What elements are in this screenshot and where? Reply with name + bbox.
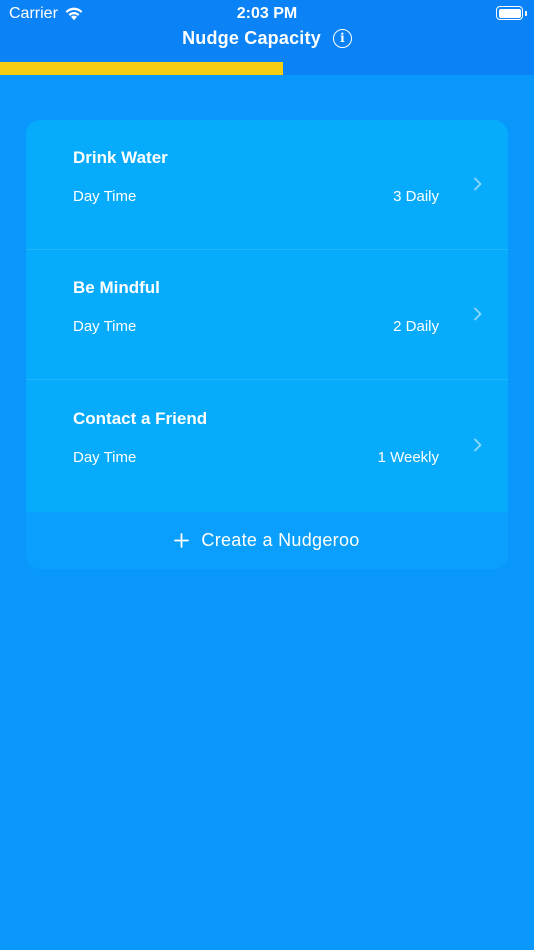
page-title: Nudge Capacity	[182, 27, 321, 48]
nudge-list-card: Drink Water Day Time 3 Daily Be Mindful …	[26, 120, 508, 569]
nudge-title: Contact a Friend	[73, 409, 208, 428]
nudge-time-of-day: Day Time	[73, 449, 137, 466]
clock: 2:03 PM	[236, 5, 298, 22]
nudge-row-contact-a-friend[interactable]: Contact a Friend Day Time 1 Weekly	[26, 381, 508, 511]
chevron-right-icon	[474, 177, 482, 191]
battery-cap	[524, 10, 527, 16]
battery-icon	[496, 6, 523, 20]
create-nudgeroo-label: Create a Nudgeroo	[201, 530, 360, 550]
navigation-bar: Carrier 2:03 PM Nudge Capacity i	[0, 0, 534, 75]
nudge-row-drink-water[interactable]: Drink Water Day Time 3 Daily	[26, 120, 508, 250]
chevron-right-icon	[474, 438, 482, 452]
chevron-right-icon	[474, 307, 482, 321]
nudge-title: Drink Water	[73, 148, 168, 167]
create-nudgeroo-button[interactable]: Create a Nudgeroo	[26, 512, 508, 569]
nudge-row-be-mindful[interactable]: Be Mindful Day Time 2 Daily	[26, 250, 508, 380]
nudge-title: Be Mindful	[73, 278, 160, 297]
nudge-frequency: 1 Weekly	[377, 449, 439, 466]
info-icon[interactable]: i	[332, 28, 352, 48]
row-divider	[26, 379, 508, 380]
capacity-progress-fill	[0, 62, 284, 75]
title-row: Nudge Capacity i	[0, 26, 534, 50]
nudge-frequency: 2 Daily	[393, 318, 439, 335]
info-glyph: i	[340, 31, 345, 45]
capacity-progress-bar	[0, 62, 534, 75]
plus-icon	[174, 533, 190, 548]
status-bar: Carrier 2:03 PM	[0, 0, 534, 28]
nudge-time-of-day: Day Time	[73, 188, 137, 205]
nudge-frequency: 3 Daily	[393, 188, 439, 205]
nudge-time-of-day: Day Time	[73, 318, 137, 335]
